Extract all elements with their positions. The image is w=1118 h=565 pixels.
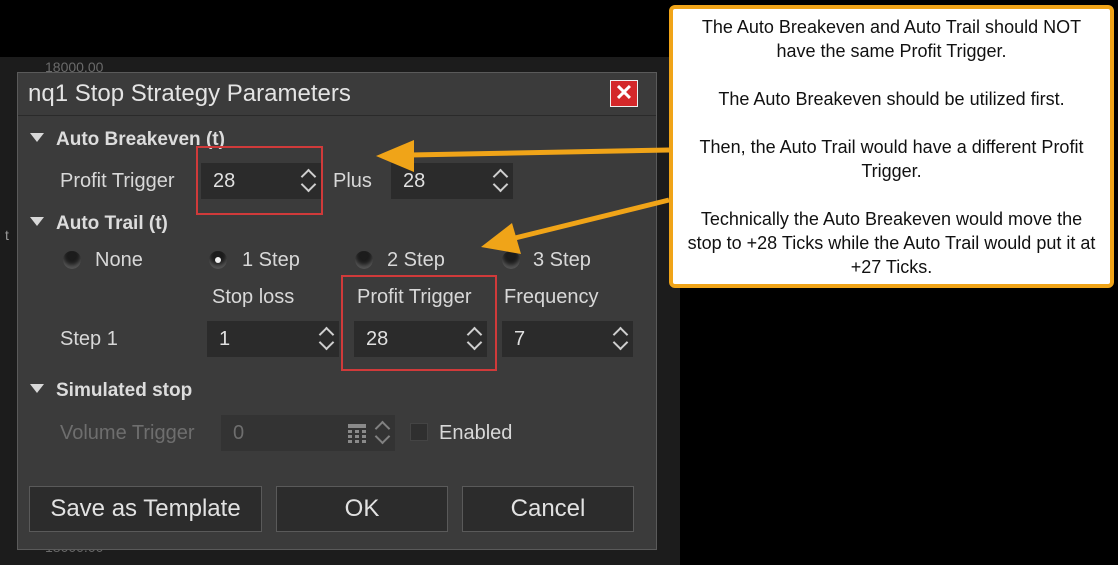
callout-paragraph: The Auto Breakeven should be utilized fi… [718,89,1065,109]
arrow-head-trail [481,223,521,254]
arrow-head-breakeven [376,140,414,172]
annotation-callout: The Auto Breakeven and Auto Trail should… [669,5,1114,288]
callout-paragraph: Then, the Auto Trail would have a differ… [699,137,1084,181]
arrow-to-trail [514,197,670,241]
callout-paragraph: The Auto Breakeven and Auto Trail should… [701,17,1082,61]
arrow-to-breakeven [409,147,670,158]
callout-paragraph: Technically the Auto Breakeven would mov… [687,209,1096,277]
